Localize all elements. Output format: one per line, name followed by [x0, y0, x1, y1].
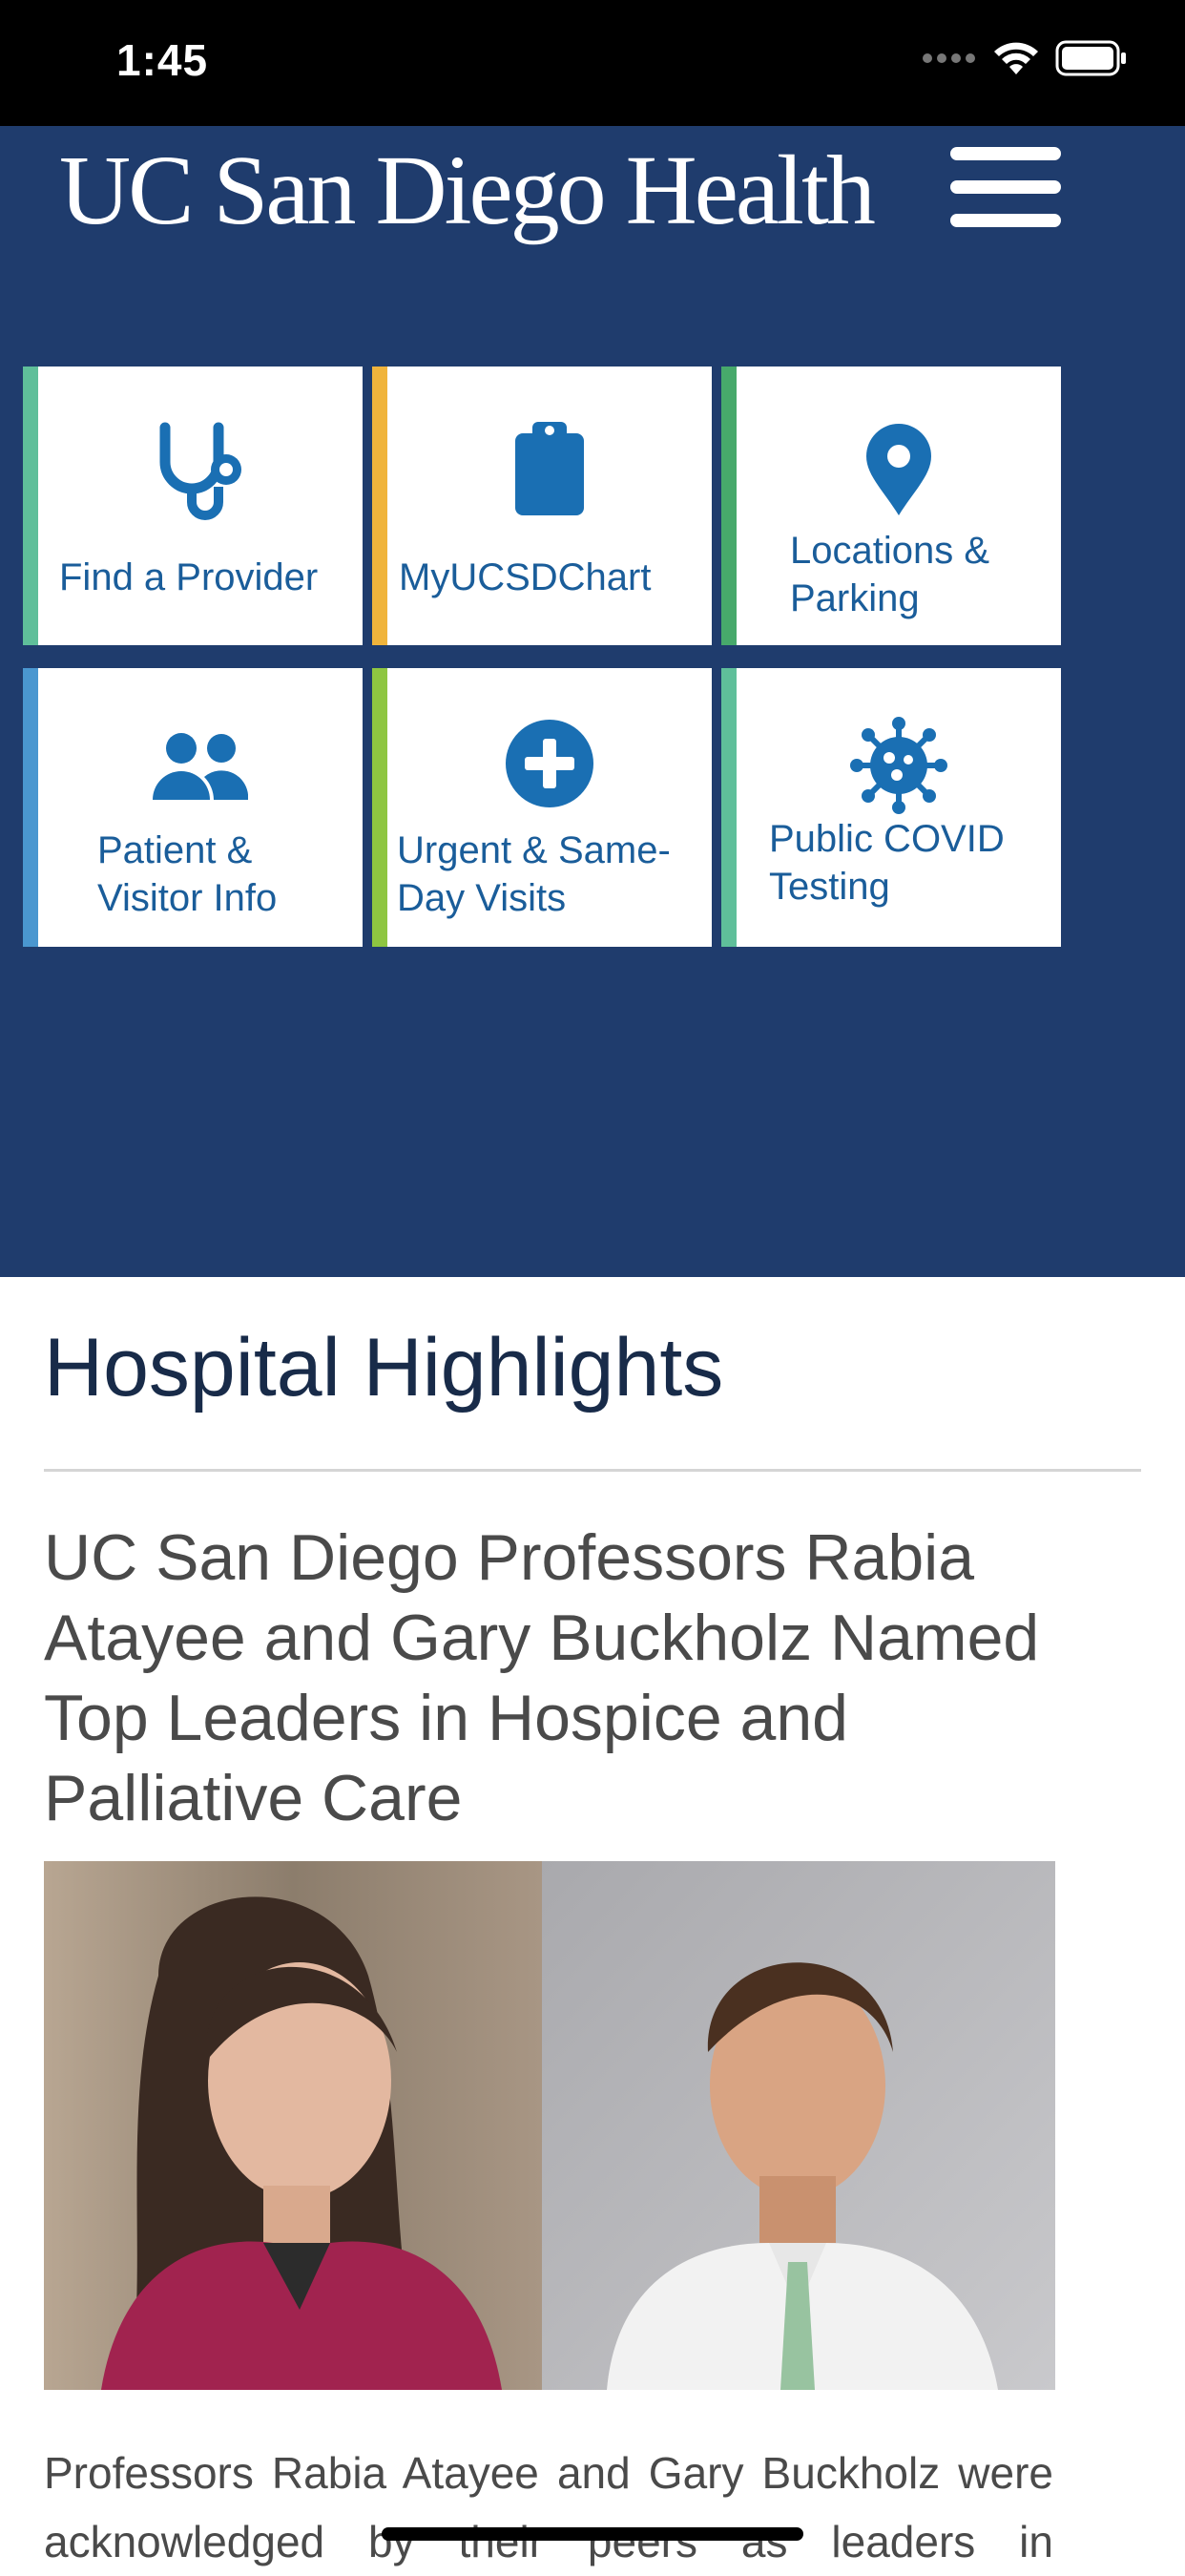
- status-time: 1:45: [116, 35, 209, 85]
- tile-locations-parking[interactable]: Locations & Parking: [721, 367, 1061, 645]
- tile-urgent-same-day-visits[interactable]: Urgent & Same-Day Visits: [372, 668, 712, 947]
- section-title: Hospital Highlights: [44, 1322, 724, 1414]
- signal-icon: [922, 52, 977, 70]
- tile-label: Urgent & Same-Day Visits: [397, 829, 671, 919]
- wifi-icon: [992, 40, 1040, 81]
- plus-circle-icon: [387, 718, 712, 809]
- people-icon: [38, 731, 363, 802]
- tile-label: Public COVID Testing: [769, 818, 1005, 908]
- article-excerpt: Professors Rabia Atayee and Gary Buckhol…: [44, 2448, 1053, 2566]
- tile-myucsdchart[interactable]: MyUCSDChart: [372, 367, 712, 645]
- tile-label: Locations & Parking: [790, 530, 990, 619]
- tile-label: Find a Provider: [59, 556, 319, 598]
- hamburger-menu-icon[interactable]: [950, 147, 1061, 227]
- virus-icon: [737, 716, 1061, 815]
- status-icons: [922, 40, 1128, 81]
- battery-icon: [1055, 40, 1128, 81]
- tile-patient-visitor-info[interactable]: Patient & Visitor Info: [23, 668, 363, 947]
- ucsd-health-logo[interactable]: UC San Diego Health: [59, 134, 876, 247]
- stethoscope-icon: [38, 420, 363, 525]
- tile-label: Patient & Visitor Info: [97, 829, 278, 919]
- home-indicator[interactable]: [382, 2527, 803, 2541]
- clipboard-icon: [387, 418, 712, 517]
- divider: [44, 1469, 1141, 1472]
- tile-public-covid-testing[interactable]: Public COVID Testing: [721, 668, 1061, 947]
- status-bar: 1:45: [0, 0, 1185, 126]
- article-photo[interactable]: [44, 1861, 1055, 2390]
- map-pin-icon: [737, 422, 1061, 517]
- tile-find-provider[interactable]: Find a Provider: [23, 367, 363, 645]
- tile-label: MyUCSDChart: [399, 556, 652, 598]
- article-title[interactable]: UC San Diego Professors Rabia Atayee and…: [44, 1518, 1122, 1838]
